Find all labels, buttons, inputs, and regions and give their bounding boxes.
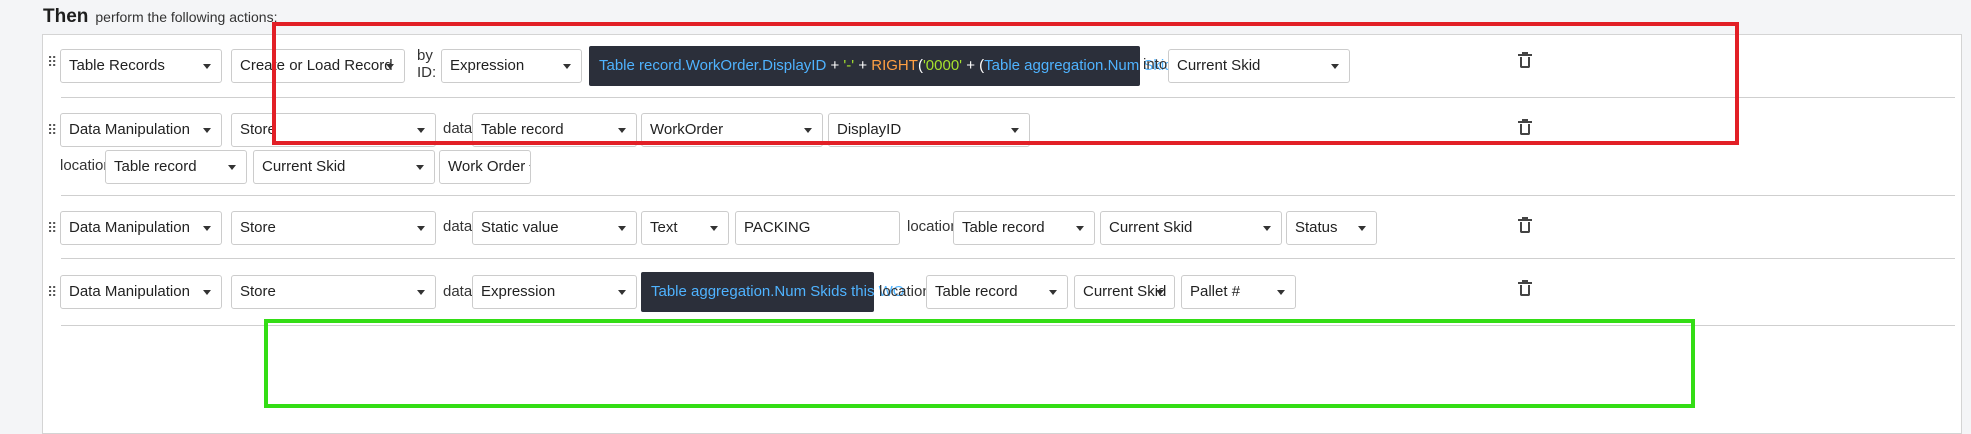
drag-handle-icon[interactable]: ⠿ xyxy=(47,55,57,69)
section-title: Then xyxy=(43,6,89,27)
data-source-select[interactable]: Expression xyxy=(472,275,637,309)
trash-icon[interactable] xyxy=(1518,119,1532,136)
id-source-select[interactable]: Expression xyxy=(441,49,582,83)
action-type-select[interactable]: Create or Load Record xyxy=(231,49,405,83)
drag-handle-icon[interactable]: ⠿ xyxy=(47,285,57,299)
expression-token-op: + ( xyxy=(962,57,985,74)
action-type-select[interactable]: Store xyxy=(231,113,436,147)
location-source-select[interactable]: Table record xyxy=(953,211,1095,245)
data-table-select[interactable]: WorkOrder xyxy=(641,113,823,147)
trash-icon[interactable] xyxy=(1518,52,1532,69)
action-category-select[interactable]: Data Manipulation xyxy=(60,275,222,309)
data-source-select[interactable]: Static value xyxy=(472,211,637,245)
action-row-2: ⠿ Data Manipulation Store data: Table re… xyxy=(43,98,1963,195)
action-row-3: ⠿ Data Manipulation Store data: Static v… xyxy=(43,196,1963,258)
expression-token-str: '0000' xyxy=(922,57,963,74)
expression-token-op: + xyxy=(854,57,872,74)
action-type-select[interactable]: Store xyxy=(231,275,436,309)
into-record-select[interactable]: Current Skid xyxy=(1168,49,1350,83)
data-type-select[interactable]: Text xyxy=(641,211,729,245)
location-record-select[interactable]: Current Skid xyxy=(1100,211,1282,245)
expression-token-fn: RIGHT xyxy=(871,57,918,74)
location-field-select[interactable]: Work Order xyxy=(439,150,531,184)
data-source-select[interactable]: Table record xyxy=(472,113,637,147)
location-source-select[interactable]: Table record xyxy=(105,150,247,184)
data-expression-editor[interactable]: Table aggregation.Num Skids this WO + 1 xyxy=(641,272,930,312)
action-row-4: ⠿ Data Manipulation Store data: Expressi… xyxy=(43,259,1963,325)
actions-panel: ⠿ Table Records Create or Load Record by… xyxy=(42,34,1962,434)
id-expression-editor[interactable]: Table record.WorkOrder.DisplayID + '-' +… xyxy=(589,46,1290,86)
location-field-select[interactable]: Status xyxy=(1286,211,1377,245)
by-id-label: by ID: xyxy=(417,47,437,81)
expression-token-ref: Table aggregation.Num Skids this WO xyxy=(651,283,905,300)
action-category-select[interactable]: Data Manipulation xyxy=(60,211,222,245)
expression-token-ref: Table record.WorkOrder.DisplayID xyxy=(599,57,827,74)
expression-token-op: + xyxy=(826,57,844,74)
location-field-select[interactable]: Pallet # xyxy=(1181,275,1296,309)
action-row-1: ⠿ Table Records Create or Load Record by… xyxy=(43,35,1963,97)
action-category-select[interactable]: Data Manipulation xyxy=(60,113,222,147)
location-source-select[interactable]: Table record xyxy=(926,275,1068,309)
data-field-select[interactable]: DisplayID xyxy=(828,113,1030,147)
static-value-input[interactable]: PACKING xyxy=(735,211,900,245)
section-header: Then perform the following actions: xyxy=(43,6,277,28)
section-subtitle: perform the following actions: xyxy=(95,9,278,25)
location-record-select[interactable]: Current Skid xyxy=(253,150,435,184)
trash-icon[interactable] xyxy=(1518,280,1532,297)
location-record-select[interactable]: Current Skid xyxy=(1074,275,1175,309)
drag-handle-icon[interactable]: ⠿ xyxy=(47,221,57,235)
expression-token-str: '-' xyxy=(843,57,855,74)
action-category-select[interactable]: Table Records xyxy=(60,49,222,83)
trash-icon[interactable] xyxy=(1518,217,1532,234)
action-type-select[interactable]: Store xyxy=(231,211,436,245)
drag-handle-icon[interactable]: ⠿ xyxy=(47,123,57,137)
